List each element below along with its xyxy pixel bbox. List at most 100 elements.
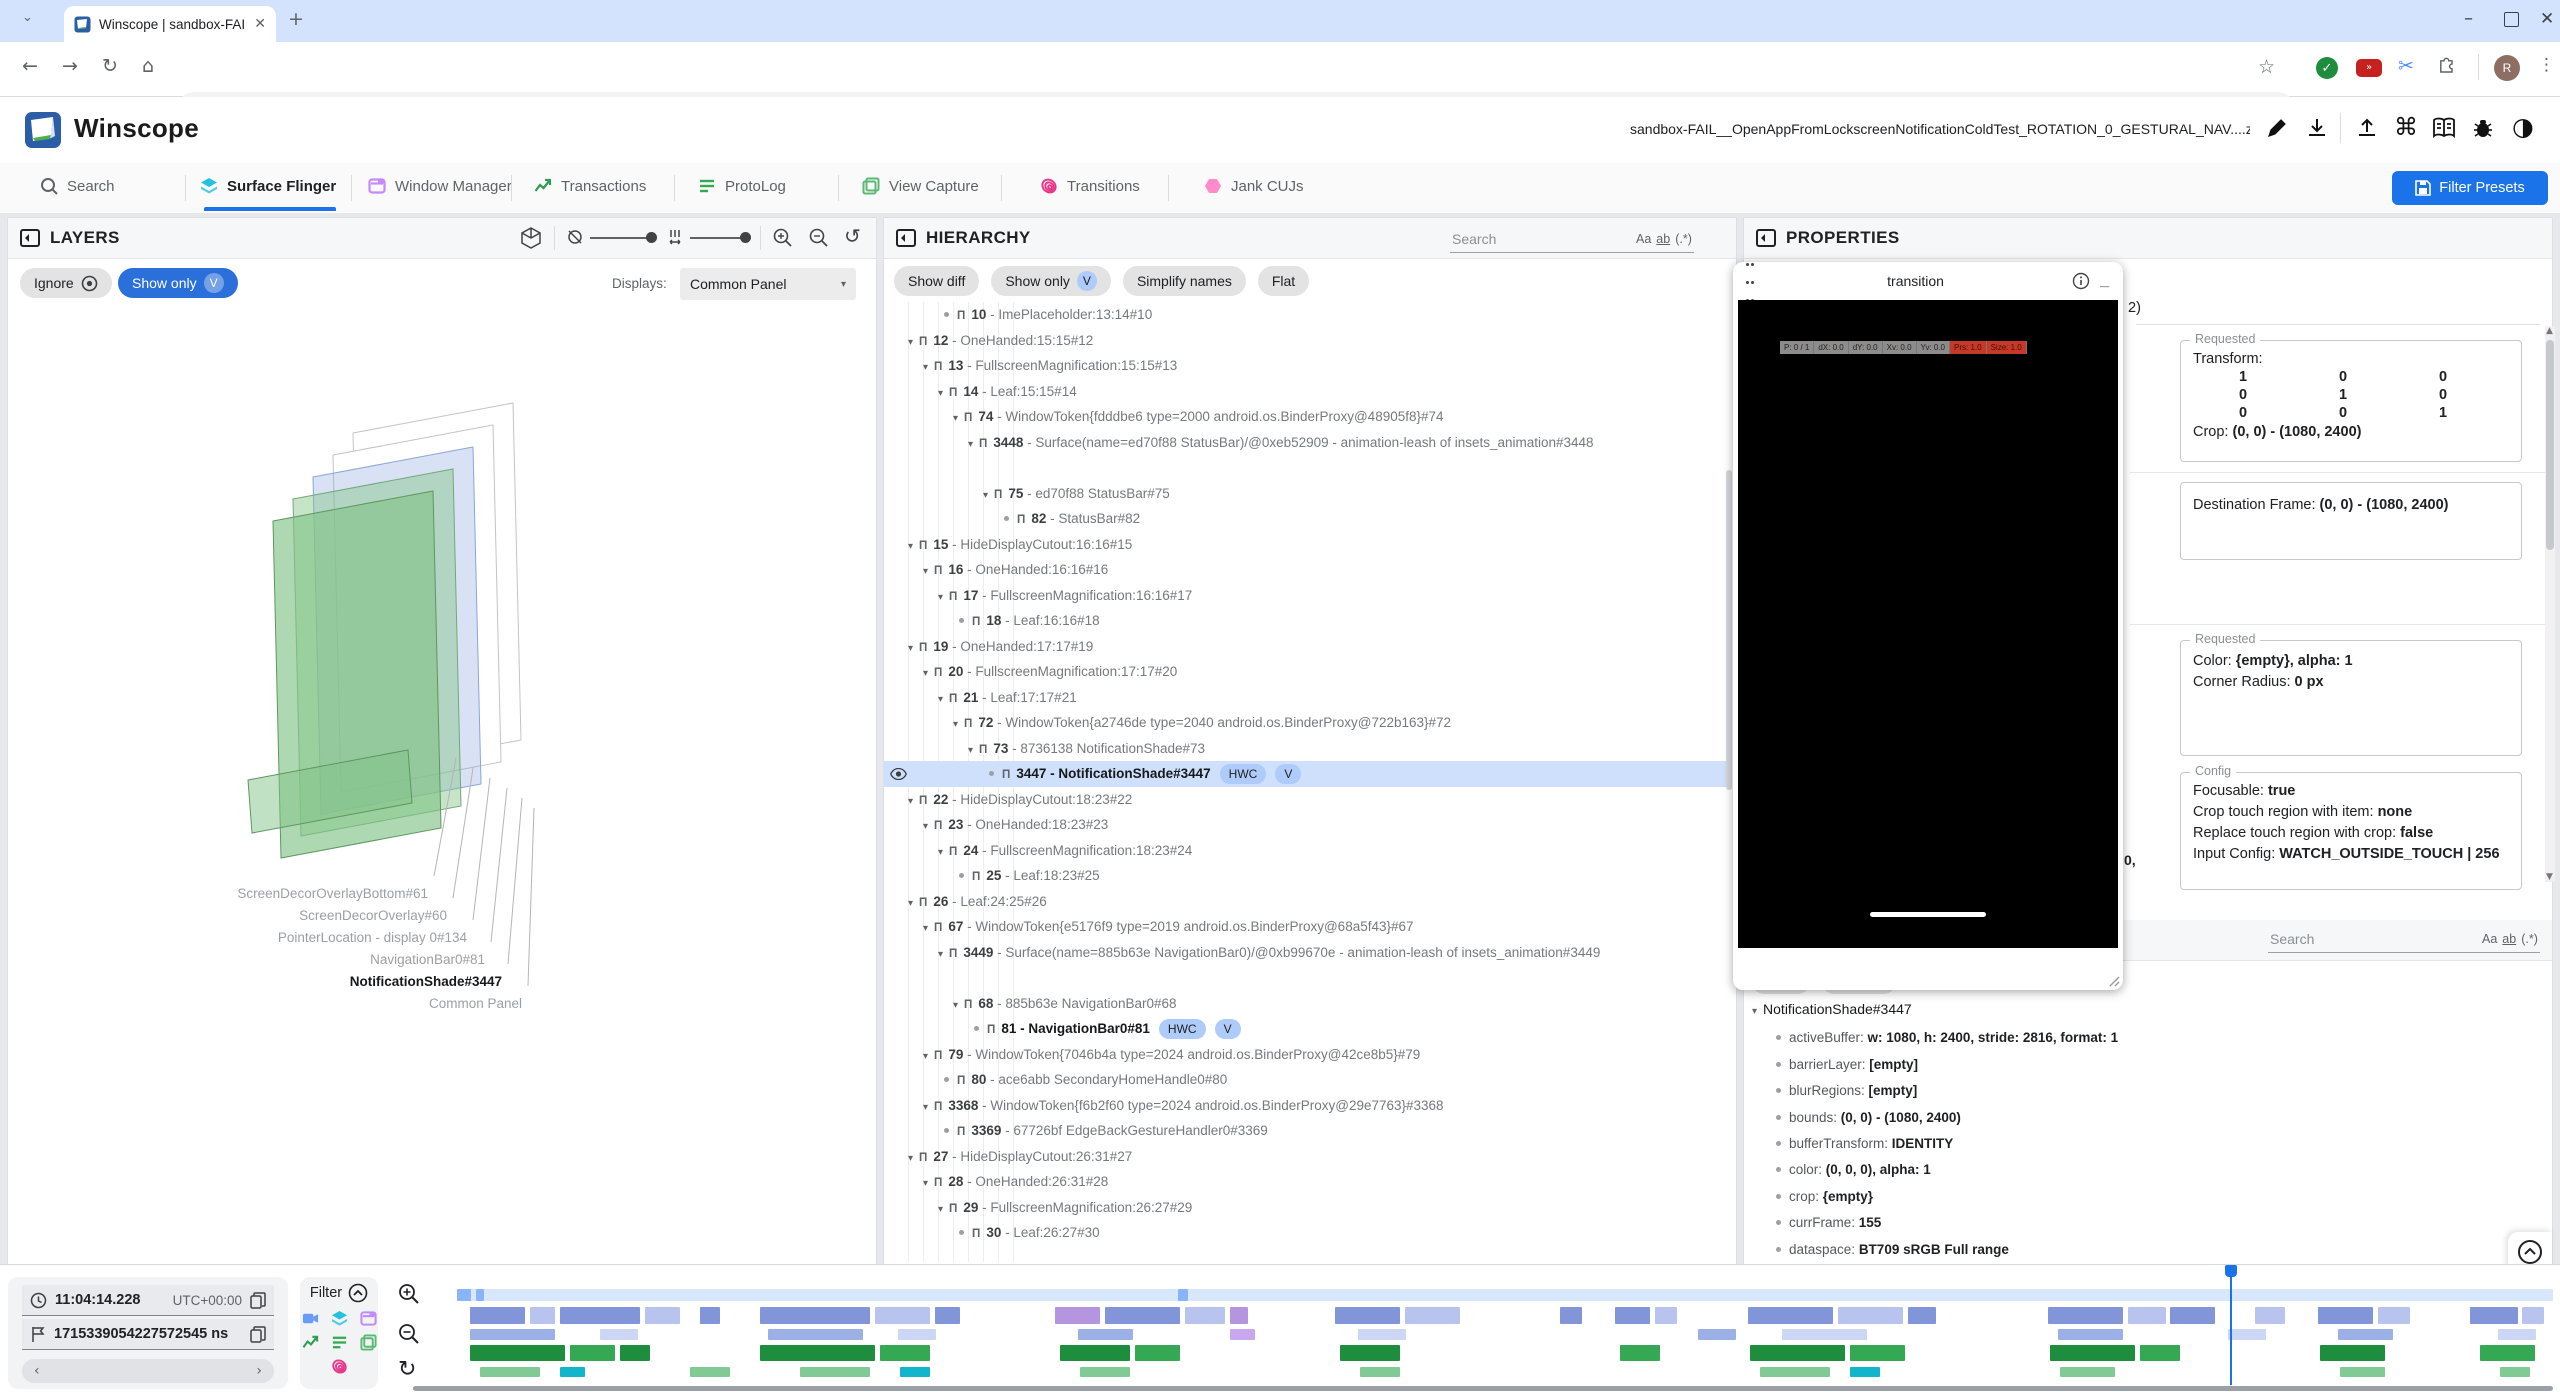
trace-event-block[interactable]: [880, 1345, 930, 1361]
trace-event-block[interactable]: [1748, 1307, 1833, 1324]
tab-search-chevron-icon[interactable]: ⌄: [22, 10, 33, 25]
trace-event-block[interactable]: [700, 1307, 720, 1324]
trace-event-block[interactable]: [2170, 1307, 2215, 1324]
hierarchy-node-14[interactable]: ▾Π14 - Leaf:15:15#14: [884, 379, 1730, 405]
trace-event-block[interactable]: [690, 1367, 730, 1377]
trace-event-block[interactable]: [470, 1345, 565, 1361]
properties-scrollbar[interactable]: ▲ ▼: [2545, 326, 2555, 882]
home-icon[interactable]: ⌂: [142, 55, 154, 77]
hierarchy-node-12[interactable]: ▾Π12 - OneHanded:15:15#12: [884, 328, 1730, 354]
trace-event-block[interactable]: [560, 1367, 585, 1377]
hierarchy-node-23[interactable]: ▾Π23 - OneHanded:18:23#23: [884, 812, 1730, 838]
hierarchy-node-81[interactable]: Π81 - NavigationBar0#81HWCV: [884, 1016, 1730, 1042]
trace-event-block[interactable]: [1105, 1307, 1180, 1324]
trace-event-block[interactable]: [2228, 1329, 2266, 1340]
edit-icon[interactable]: [2266, 117, 2288, 139]
property-node[interactable]: dataspace: BT709 sRGB Full range: [1752, 1237, 2542, 1260]
trace-event-block[interactable]: [2340, 1367, 2385, 1377]
hierarchy-tree[interactable]: Π10 - ImePlaceholder:13:14#10▾Π12 - OneH…: [884, 302, 1730, 1264]
trace-event-block[interactable]: [470, 1307, 525, 1324]
overlay-title-bar[interactable]: transition _: [1733, 262, 2123, 300]
hierarchy-node-73[interactable]: ▾Π73 - 8736138 NotificationShade#73: [884, 736, 1730, 762]
trace-event-block[interactable]: [1135, 1345, 1180, 1361]
trace-event-block[interactable]: [2498, 1329, 2536, 1340]
trace-event-block[interactable]: [2140, 1345, 2180, 1361]
minimize-window-icon[interactable]: –: [2464, 8, 2473, 29]
timeline-overview-blip[interactable]: [1178, 1289, 1188, 1301]
properties-tree[interactable]: ▾NotificationShade#3447 activeBuffer: w:…: [1752, 996, 2542, 1260]
collapse-arrow-icon[interactable]: ▾: [908, 898, 913, 909]
pan-right-icon[interactable]: ›: [256, 1363, 262, 1379]
property-node[interactable]: blurRegions: [empty]: [1752, 1078, 2542, 1104]
hierarchy-node-67[interactable]: ▾Π67 - WindowToken{e5176f9 type=2019 and…: [884, 914, 1730, 940]
trace-event-block[interactable]: [898, 1329, 936, 1340]
tab-jank-cujs[interactable]: Jank CUJs: [1204, 163, 1304, 209]
hierarchy-node-17[interactable]: ▾Π17 - FullscreenMagnification:16:16#17: [884, 583, 1730, 609]
extensions-puzzle-icon[interactable]: [2436, 56, 2458, 78]
tab-transactions[interactable]: Transactions: [534, 163, 646, 209]
collapse-arrow-icon[interactable]: ▾: [953, 413, 958, 424]
extension-check-icon[interactable]: ✓: [2316, 57, 2338, 79]
timeline-cursor[interactable]: [2230, 1267, 2232, 1385]
trace-event-block[interactable]: [800, 1367, 870, 1377]
layer-label[interactable]: NavigationBar0#81: [370, 952, 485, 967]
hierarchy-show-diff-chip[interactable]: Show diff: [894, 266, 979, 296]
collapse-arrow-icon[interactable]: ▾: [908, 337, 913, 348]
trace-event-block[interactable]: [760, 1307, 870, 1324]
show-only-chip[interactable]: Show only V: [118, 268, 238, 298]
collapse-arrow-icon[interactable]: ▾: [983, 490, 988, 501]
collapse-arrow-icon[interactable]: ▾: [908, 541, 913, 552]
collapse-arrow-icon[interactable]: ▾: [938, 1204, 943, 1215]
trace-event-block[interactable]: [1340, 1345, 1400, 1361]
close-window-icon[interactable]: ✕: [2540, 9, 2554, 29]
bookmark-star-icon[interactable]: ☆: [2258, 56, 2275, 78]
profile-avatar[interactable]: R: [2494, 55, 2520, 81]
trace-event-block[interactable]: [2128, 1307, 2166, 1324]
hierarchy-node-82[interactable]: Π82 - StatusBar#82: [884, 506, 1730, 532]
hierarchy-node-30[interactable]: Π30 - Leaf:26:27#30: [884, 1220, 1730, 1246]
rotation-slider-track[interactable]: [590, 237, 652, 239]
trace-event-block[interactable]: [560, 1307, 640, 1324]
hierarchy-node-13[interactable]: ▾Π13 - FullscreenMagnification:15:15#13: [884, 353, 1730, 379]
collapse-arrow-icon[interactable]: ▾: [908, 796, 913, 807]
trace-event-block[interactable]: [570, 1345, 615, 1361]
timeline-pan-scrollbar[interactable]: ‹ ›: [22, 1359, 274, 1383]
visibility-eye-icon[interactable]: [890, 768, 907, 780]
trace-event-block[interactable]: [1908, 1307, 1936, 1324]
property-node[interactable]: color: (0, 0, 0), alpha: 1: [1752, 1157, 2542, 1183]
hierarchy-node-29[interactable]: ▾Π29 - FullscreenMagnification:26:27#29: [884, 1195, 1730, 1221]
trace-event-block[interactable]: [480, 1367, 540, 1377]
collapse-filter-icon[interactable]: [348, 1283, 368, 1303]
collapse-arrow-icon[interactable]: ▾: [953, 719, 958, 730]
trace-event-block[interactable]: [760, 1345, 875, 1361]
collapse-arrow-icon[interactable]: ▾: [938, 949, 943, 960]
trace-event-block[interactable]: [2058, 1329, 2123, 1340]
hierarchy-node-75[interactable]: ▾Π75 - ed70f88 StatusBar#75: [884, 481, 1730, 507]
layer-label[interactable]: Common Panel: [429, 996, 522, 1011]
ignore-chip[interactable]: Ignore: [20, 268, 112, 298]
hierarchy-node-26[interactable]: ▾Π26 - Leaf:24:25#26: [884, 889, 1730, 915]
extension-scissors-icon[interactable]: ✂: [2398, 55, 2414, 77]
trace-event-block[interactable]: [2255, 1307, 2285, 1324]
timeline-zoom-in-icon[interactable]: [398, 1283, 420, 1305]
timeline-zoom-out-icon[interactable]: [398, 1323, 420, 1345]
search-tools[interactable]: Aaab(.*): [2482, 932, 2538, 946]
tab-search[interactable]: Search: [40, 163, 115, 209]
new-tab-icon[interactable]: +: [288, 8, 304, 30]
hierarchy-scrollbar[interactable]: [1726, 470, 1732, 790]
collapse-arrow-icon[interactable]: ▾: [923, 1051, 928, 1062]
back-icon[interactable]: ←: [22, 55, 38, 77]
collapse-arrow-icon[interactable]: ▾: [908, 643, 913, 654]
timeline-cursor-handle[interactable]: [2225, 1265, 2237, 1277]
hierarchy-show-only-chip[interactable]: Show onlyV: [991, 266, 1111, 296]
zoom-out-icon[interactable]: [808, 227, 829, 248]
hierarchy-node-3447[interactable]: Π3447 - NotificationShade#3447HWCV: [884, 761, 1730, 787]
trace-event-block[interactable]: [2338, 1329, 2393, 1340]
collapse-arrow-icon[interactable]: ▾: [938, 592, 943, 603]
search-tools[interactable]: Aaab(.*): [1636, 232, 1692, 246]
reload-icon[interactable]: ↻: [102, 55, 118, 77]
hierarchy-node-3368[interactable]: ▾Π3368 - WindowToken{f6b2f60 type=2024 a…: [884, 1093, 1730, 1119]
screen-recording-filter-icon[interactable]: [302, 1310, 319, 1327]
timeline-reset-zoom-icon[interactable]: ↻: [398, 1357, 416, 1382]
shortcuts-icon[interactable]: ⌘: [2394, 113, 2418, 141]
